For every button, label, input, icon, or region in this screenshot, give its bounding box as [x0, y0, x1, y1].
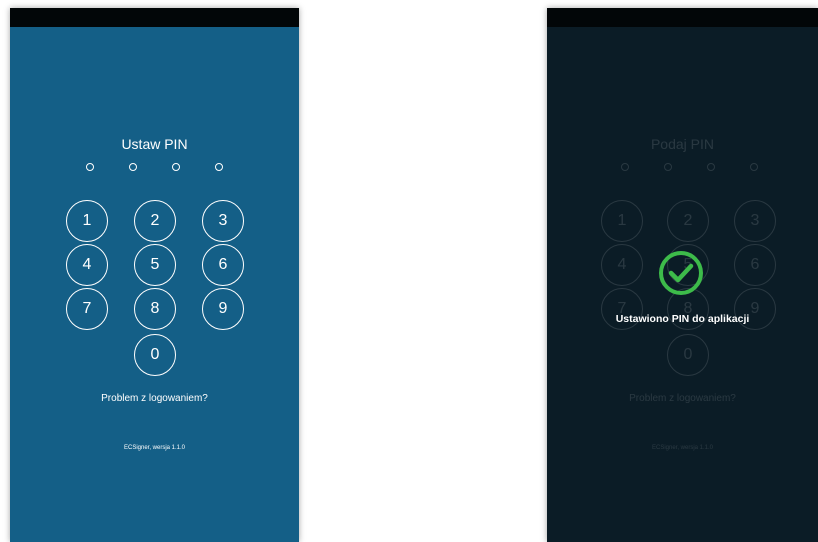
key-7[interactable]: 7 — [66, 288, 108, 330]
page-title: Podaj PIN — [650, 136, 715, 152]
key-2: 2 — [667, 200, 709, 242]
key-5[interactable]: 5 — [134, 244, 176, 286]
pin-dot — [707, 163, 715, 171]
problem-login-link[interactable]: Problem z logowaniem? — [10, 393, 299, 404]
pin-dot — [664, 163, 672, 171]
key-6: 6 — [734, 244, 776, 286]
page-title: Ustaw PIN — [121, 136, 188, 152]
confirm-pin-screen: Podaj PIN 1 2 3 4 5 6 7 8 9 0 Problem z … — [547, 27, 818, 542]
key-1[interactable]: 1 — [66, 200, 108, 242]
status-bar — [547, 8, 818, 27]
version-label: ECSigner, wersja 1.1.0 — [651, 445, 714, 451]
set-pin-screen: Ustaw PIN 1 2 3 4 5 6 7 8 9 0 Problem z … — [10, 27, 299, 542]
key-4: 4 — [601, 244, 643, 286]
key-6[interactable]: 6 — [202, 244, 244, 286]
key-8[interactable]: 8 — [134, 288, 176, 330]
version-label: ECSigner, wersja 1.1.0 — [123, 445, 186, 451]
key-9[interactable]: 9 — [202, 288, 244, 330]
status-bar — [10, 8, 299, 27]
key-3: 3 — [734, 200, 776, 242]
success-message: Ustawiono PIN do aplikacji — [615, 313, 750, 325]
pin-dot — [750, 163, 758, 171]
pin-dot — [86, 163, 94, 171]
key-4[interactable]: 4 — [66, 244, 108, 286]
pin-dot — [621, 163, 629, 171]
confirm-pin-phone: Podaj PIN 1 2 3 4 5 6 7 8 9 0 Problem z … — [547, 8, 818, 542]
pin-dot — [215, 163, 223, 171]
key-2[interactable]: 2 — [134, 200, 176, 242]
key-0[interactable]: 0 — [134, 334, 176, 376]
set-pin-phone: Ustaw PIN 1 2 3 4 5 6 7 8 9 0 Problem z … — [10, 8, 299, 542]
key-3[interactable]: 3 — [202, 200, 244, 242]
pin-dot — [129, 163, 137, 171]
key-1: 1 — [601, 200, 643, 242]
key-0: 0 — [667, 334, 709, 376]
problem-login-link: Problem z logowaniem? — [629, 393, 736, 404]
check-circle-icon — [657, 249, 705, 297]
pin-dot — [172, 163, 180, 171]
